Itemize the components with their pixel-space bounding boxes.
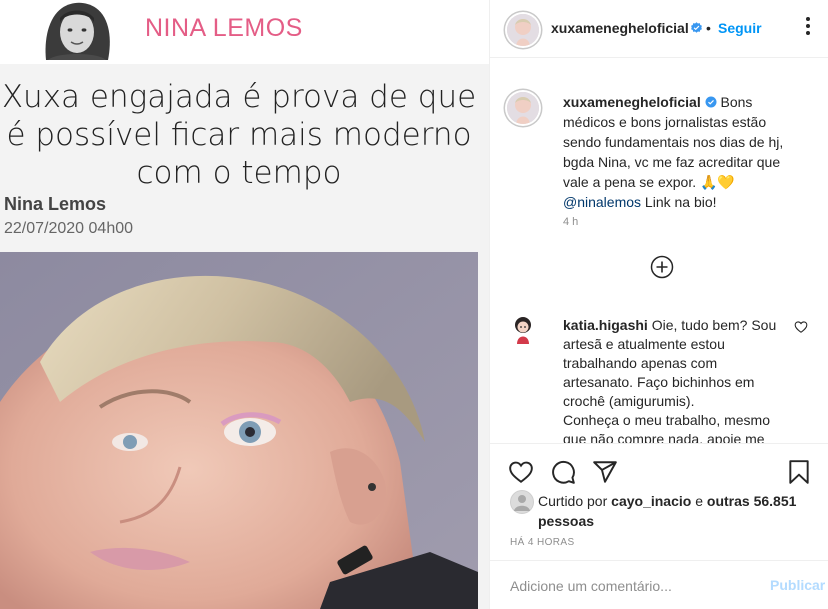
commenter-avatar[interactable] bbox=[507, 314, 539, 346]
liker-avatar[interactable] bbox=[510, 490, 534, 514]
article-date: 22/07/2020 04h00 bbox=[4, 220, 134, 237]
article-header: NINA LEMOS bbox=[0, 0, 489, 64]
verified-badge-icon bbox=[691, 22, 702, 33]
caption-timestamp[interactable]: 4 h bbox=[563, 216, 578, 228]
caption-emojis: 🙏💛 bbox=[700, 174, 735, 190]
headline-line: com o tempo bbox=[136, 155, 342, 191]
comment-heart-icon[interactable] bbox=[794, 320, 808, 334]
user-avatar[interactable] bbox=[507, 14, 539, 46]
more-options-icon[interactable] bbox=[798, 14, 818, 38]
likes-and: e bbox=[695, 493, 703, 509]
article-author-name: NINA LEMOS bbox=[145, 14, 303, 42]
caption-avatar[interactable] bbox=[507, 92, 539, 124]
caption-username[interactable]: xuxamenegheloficial bbox=[563, 94, 701, 110]
follow-separator: • bbox=[706, 20, 711, 36]
author-portrait-illustration bbox=[28, 0, 126, 60]
caption-text: xuxamenegheloficial Bons médicos e bons … bbox=[563, 92, 803, 212]
comments-section[interactable]: xuxamenegheloficial Bons médicos e bons … bbox=[490, 58, 828, 443]
paper-plane-icon[interactable] bbox=[592, 459, 618, 485]
caption-mention[interactable]: @ninalemos bbox=[563, 194, 641, 210]
liker-username[interactable]: cayo_inacio bbox=[611, 493, 691, 509]
bookmark-icon[interactable] bbox=[786, 459, 812, 485]
post-image[interactable]: NINA LEMOS Xuxa engajada é prova de que … bbox=[0, 0, 489, 609]
plus-circle-icon[interactable] bbox=[650, 255, 674, 279]
publish-button[interactable]: Publicar bbox=[770, 577, 825, 593]
comment-text: katia.higashi Oie, tudo bem? Sou artesã … bbox=[563, 316, 788, 443]
heart-icon[interactable] bbox=[508, 459, 534, 485]
post-sidebar: xuxamenegheloficial • Seguir xuxameneghe… bbox=[489, 0, 828, 609]
likes-prefix: Curtido por bbox=[538, 493, 608, 509]
article-headline: Xuxa engajada é prova de que é possível … bbox=[0, 78, 478, 192]
comment-bubble-icon[interactable] bbox=[550, 459, 576, 485]
comment-input[interactable] bbox=[510, 574, 750, 598]
comment-body-line2: Conheça o meu trabalho, mesmo que não co… bbox=[563, 412, 770, 443]
headline-line: é possível ficar mais moderno bbox=[6, 117, 472, 153]
verified-badge-icon bbox=[705, 96, 717, 108]
article-byline: Nina Lemos bbox=[4, 194, 107, 214]
headline-line: Xuxa engajada é prova de que bbox=[1, 79, 477, 115]
follow-button[interactable]: Seguir bbox=[718, 20, 762, 36]
post-header: xuxamenegheloficial • Seguir bbox=[490, 0, 828, 58]
post-age[interactable]: HÁ 4 HORAS bbox=[510, 537, 575, 548]
header-username[interactable]: xuxamenegheloficial bbox=[551, 20, 689, 36]
likes-text: Curtido por cayo_inacio e outras 56.851 … bbox=[538, 491, 808, 531]
add-comment-bar: Publicar bbox=[490, 560, 828, 609]
article-photo bbox=[0, 252, 478, 609]
caption-body-end: Link na bio! bbox=[641, 194, 717, 210]
comment-username[interactable]: katia.higashi bbox=[563, 317, 648, 333]
